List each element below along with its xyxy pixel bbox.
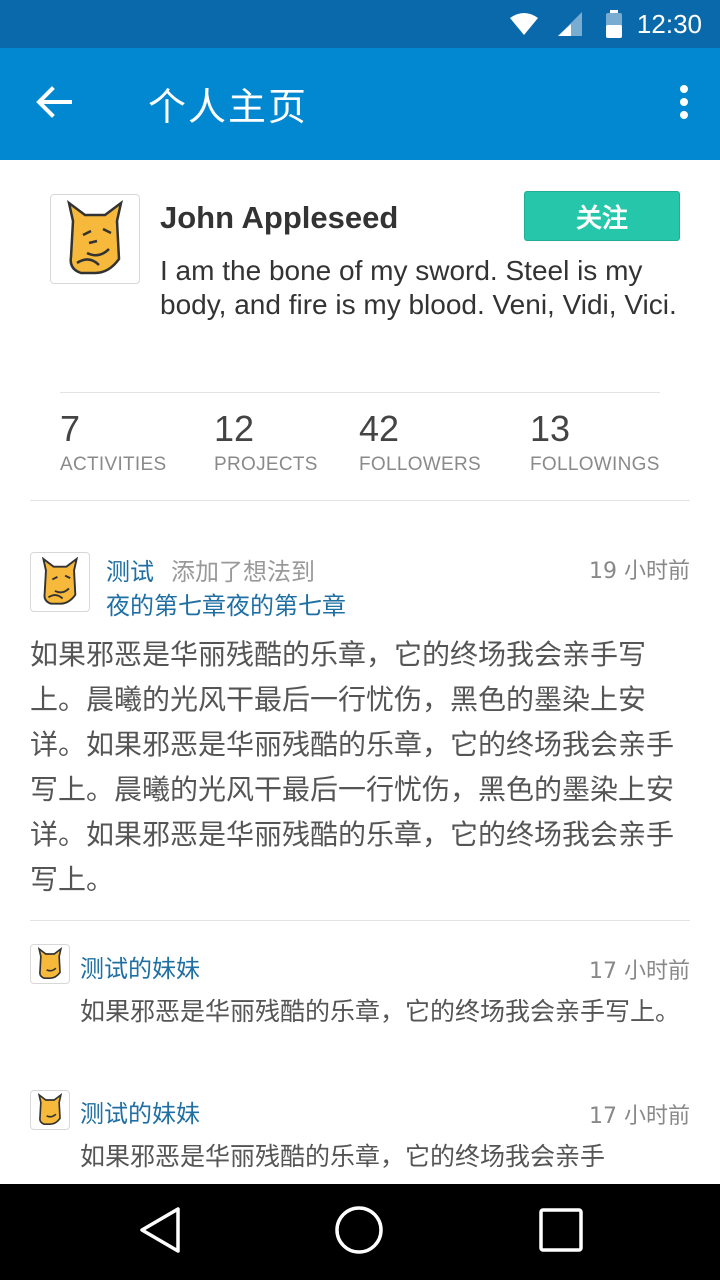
stat-followings[interactable]: 13 FOLLOWINGS <box>530 408 660 476</box>
follow-button[interactable]: 关注 <box>524 191 680 241</box>
status-bar: 12:30 <box>0 0 720 48</box>
back-arrow-icon <box>36 86 72 122</box>
divider <box>30 500 690 501</box>
stat-activities[interactable]: 7 ACTIVITIES <box>60 408 166 476</box>
activity-target-link[interactable]: 夜的第七章夜的第七章 <box>106 586 346 621</box>
comment-avatar[interactable] <box>30 1090 70 1130</box>
stat-projects[interactable]: 12 PROJECTS <box>214 408 318 476</box>
wifi-icon <box>509 12 539 36</box>
stat-label: PROJECTS <box>214 454 318 475</box>
avatar[interactable] <box>50 194 140 284</box>
comment-text: 如果邪恶是华丽残酷的乐章，它的终场我会亲手写上。 <box>80 997 681 1026</box>
comment-text: 如果邪恶是华丽残酷的乐章，它的终场我会亲手 <box>80 1142 606 1171</box>
activity-action: 添加了想法到 <box>171 558 315 586</box>
comment-user-link[interactable]: 测试的妹妹 <box>80 949 200 984</box>
comment-time: 17 小时前 <box>589 1104 690 1129</box>
signal-icon <box>557 11 583 37</box>
status-time: 12:30 <box>636 8 702 39</box>
nav-back-button[interactable] <box>110 1184 210 1280</box>
page-title: 个人主页 <box>148 85 309 129</box>
activity-user-link[interactable]: 测试 <box>106 552 154 587</box>
nav-home-button[interactable] <box>309 1184 409 1280</box>
stat-value: 7 <box>60 408 81 449</box>
stat-label: FOLLOWINGS <box>530 454 660 475</box>
stat-label: FOLLOWERS <box>359 454 481 475</box>
nav-home-icon <box>334 1205 384 1259</box>
system-nav-bar <box>0 1184 720 1280</box>
overflow-menu-button[interactable] <box>668 76 700 132</box>
activity-avatar[interactable] <box>30 552 90 612</box>
activity-time: 19 小时前 <box>589 559 690 584</box>
user-bio: I am the bone of my sword. Steel is my b… <box>160 255 677 320</box>
user-name: John Appleseed <box>160 200 399 235</box>
nav-back-icon <box>138 1206 182 1258</box>
stat-followers[interactable]: 42 FOLLOWERS <box>359 408 481 476</box>
comment-user-link[interactable]: 测试的妹妹 <box>80 1094 200 1129</box>
battery-icon <box>605 10 623 38</box>
back-button[interactable] <box>22 74 86 134</box>
stat-label: ACTIVITIES <box>60 454 167 475</box>
divider <box>60 392 660 393</box>
status-icons: 12:30 <box>509 0 702 48</box>
divider <box>30 920 690 921</box>
comment-time: 17 小时前 <box>589 959 690 984</box>
app-bar: 个人主页 <box>0 48 720 160</box>
nav-recents-button[interactable] <box>511 1184 611 1280</box>
more-vert-icon <box>679 85 689 123</box>
nav-recents-icon <box>539 1208 583 1256</box>
comment-avatar[interactable] <box>30 944 70 984</box>
stat-value: 12 <box>214 408 255 449</box>
stat-value: 42 <box>359 408 400 449</box>
activity-content: 如果邪恶是华丽残酷的乐章，它的终场我会亲手写上。晨曦的光风干最后一行忧伤，黑色的… <box>30 638 675 896</box>
stat-value: 13 <box>530 408 571 449</box>
